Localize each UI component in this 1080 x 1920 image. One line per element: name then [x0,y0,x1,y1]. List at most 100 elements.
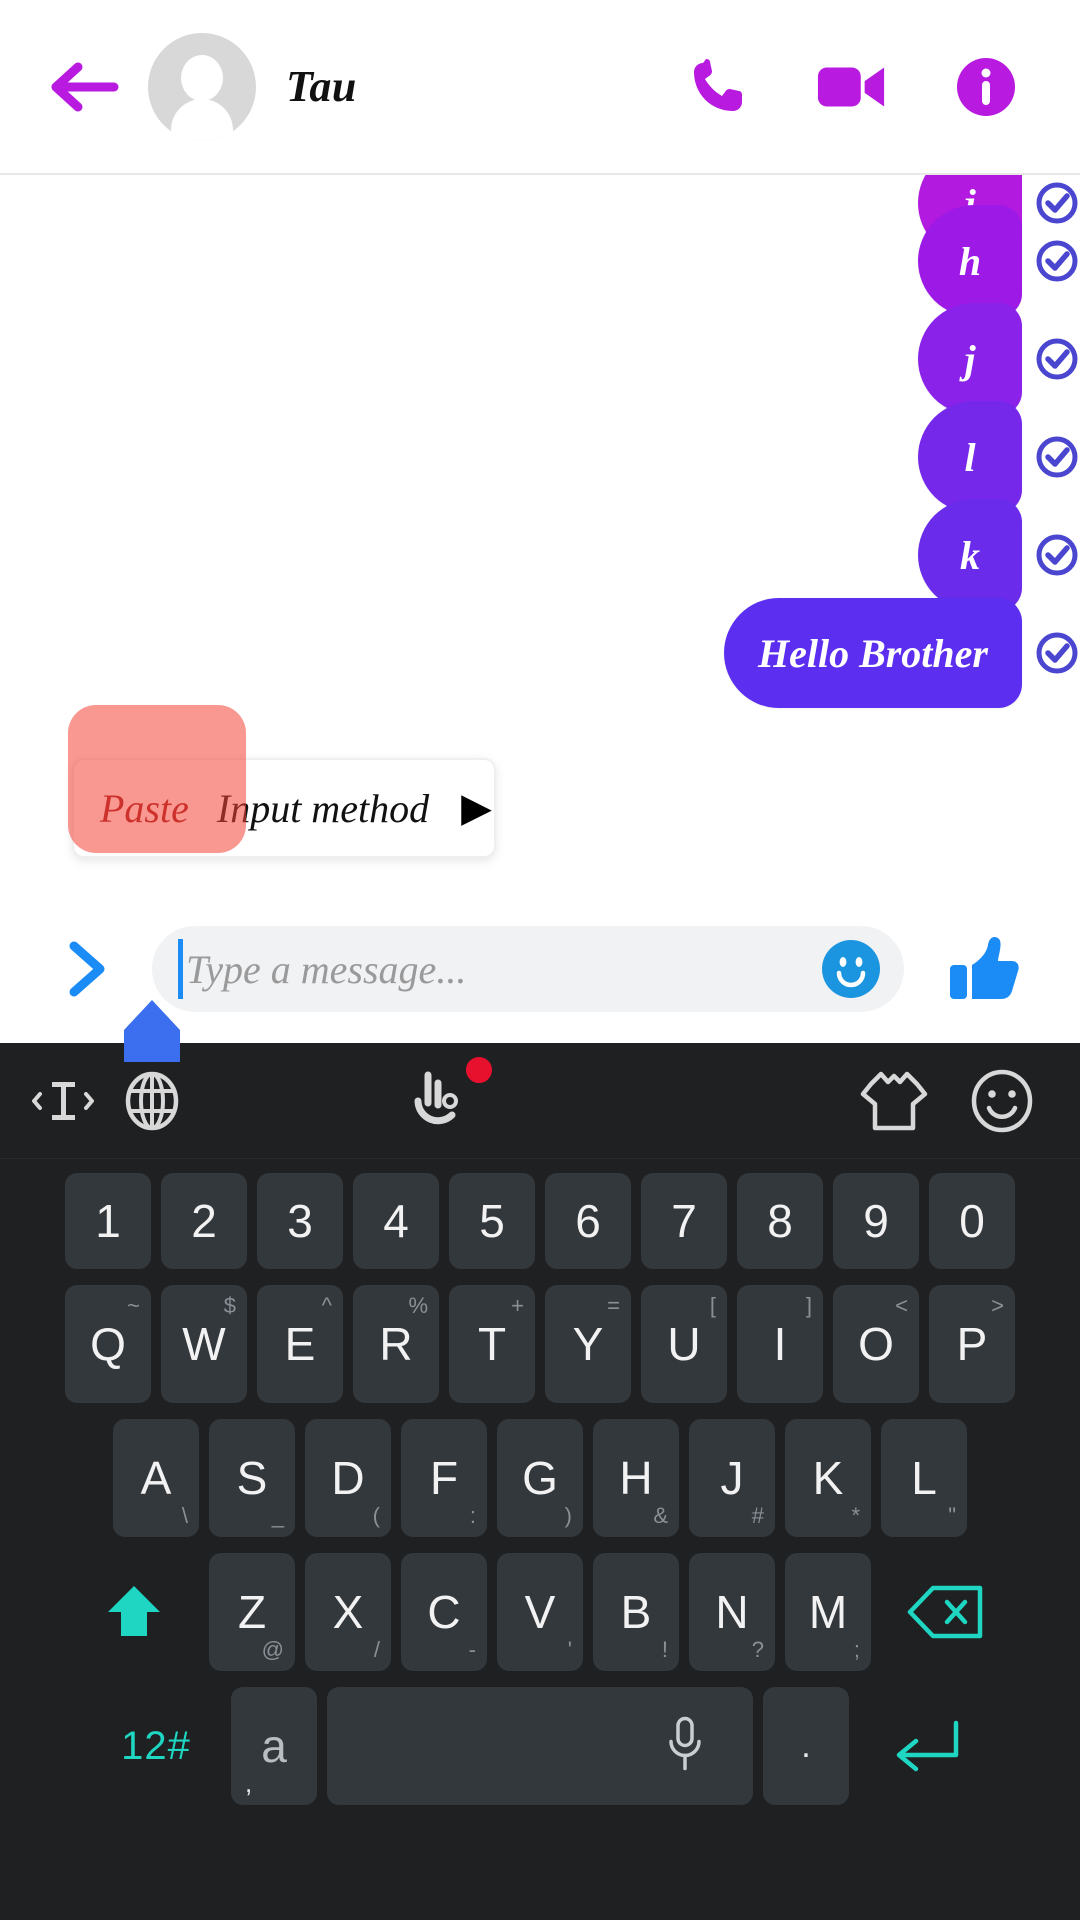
key-i[interactable]: ] I [737,1285,823,1403]
thumbs-up-icon[interactable] [946,931,1022,1007]
key-h[interactable]: H & [593,1419,679,1537]
key-6[interactable]: 6 [545,1173,631,1269]
info-icon[interactable] [950,51,1022,123]
message-bubble[interactable]: l [918,401,1022,513]
message-bubble[interactable]: k [918,499,1022,611]
key-0[interactable]: 0 [929,1173,1015,1269]
key-label: C [427,1586,461,1638]
backspace-key[interactable] [881,1553,1011,1671]
space-key[interactable] [327,1687,753,1805]
key-label: Q [90,1318,126,1370]
video-camera-icon[interactable] [816,51,888,123]
shift-arrow-icon [108,1586,160,1636]
phone-icon[interactable] [682,51,754,123]
key-a[interactable]: A \ [113,1419,199,1537]
enter-arrow-icon [896,1720,959,1772]
context-menu-item-input-method[interactable]: Input method [209,760,445,856]
key-x[interactable]: X / [305,1553,391,1671]
key-w[interactable]: $ W [161,1285,247,1403]
key-3[interactable]: 3 [257,1173,343,1269]
key-label: 9 [863,1195,889,1247]
back-arrow-icon[interactable] [48,57,120,117]
key-4[interactable]: 4 [353,1173,439,1269]
key-o[interactable]: < O [833,1285,919,1403]
key-z[interactable]: Z @ [209,1553,295,1671]
alt-letter-key[interactable]: a , [231,1687,317,1805]
key-sub-label: < [895,1293,908,1318]
key-sub-label: ; [853,1637,860,1662]
key-8[interactable]: 8 [737,1173,823,1269]
message-bubble[interactable]: h [918,205,1022,317]
key-v[interactable]: V ' [497,1553,583,1671]
keyboard-row-a: A \ S _ D( F: G) H & J # K * L " [8,1419,1072,1537]
key-j[interactable]: J # [689,1419,775,1537]
key-9[interactable]: 9 [833,1173,919,1269]
keyboard-row-q: ~ Q $ W ^ E % R + T = Y [U ] I < O > P [8,1285,1072,1403]
key-label: 2 [191,1195,217,1247]
message-row: j [918,303,1080,415]
text-cursor-handle-icon[interactable] [124,1000,180,1062]
check-circle-icon [1036,338,1078,380]
period-key[interactable]: . [763,1687,849,1805]
microphone-icon[interactable] [663,1715,707,1778]
avatar-body-icon [171,98,233,141]
avatar[interactable] [148,32,256,141]
key-label: R [379,1318,413,1370]
key-sub-label: > [991,1293,1004,1318]
globe-icon[interactable] [116,1065,188,1137]
key-label: L [911,1452,937,1504]
keyboard-row-z: Z @ X / C- V ' B! N? M; [8,1553,1072,1671]
key-r[interactable]: % R [353,1285,439,1403]
key-g[interactable]: G) [497,1419,583,1537]
key-u[interactable]: [U [641,1285,727,1403]
key-label: Z [237,1586,267,1638]
key-sub-label: , [245,1768,253,1798]
cursor-control-icon[interactable] [28,1066,98,1136]
shift-key[interactable] [69,1553,199,1671]
key-label: 5 [479,1195,505,1247]
hand-gesture-icon[interactable] [404,1054,494,1137]
key-p[interactable]: > P [929,1285,1015,1403]
message-placeholder: Type a message... [186,946,467,992]
key-2[interactable]: 2 [161,1173,247,1269]
key-sub-label: # [751,1503,764,1528]
emoji-face-icon[interactable] [966,1065,1038,1137]
key-sub-label: % [408,1293,428,1318]
search-input[interactable]: Type a message... [152,926,904,1012]
key-sub-label: / [373,1637,380,1662]
key-n[interactable]: N? [689,1553,775,1671]
key-1[interactable]: 1 [65,1173,151,1269]
key-t[interactable]: + T [449,1285,535,1403]
symbols-key[interactable]: 12# [91,1687,221,1805]
key-sub-label: [ [709,1293,716,1318]
tshirt-icon[interactable] [858,1065,930,1137]
key-m[interactable]: M; [785,1553,871,1671]
key-b[interactable]: B! [593,1553,679,1671]
enter-key[interactable] [859,1687,989,1805]
message-list[interactable]: j h j l k Hello Brother [0,175,1080,843]
key-sub-label: ) [564,1503,572,1528]
smiley-face-icon[interactable] [822,940,880,998]
key-s[interactable]: S _ [209,1419,295,1537]
chevron-right-icon[interactable] [58,936,116,1002]
key-7[interactable]: 7 [641,1173,727,1269]
context-menu-item-paste[interactable]: Paste [74,760,209,856]
key-d[interactable]: D( [305,1419,391,1537]
message-bubble[interactable]: Hello Brother [723,598,1022,708]
key-e[interactable]: ^ E [257,1285,343,1403]
key-label: P [956,1318,988,1370]
key-f[interactable]: F: [401,1419,487,1537]
message-bubble[interactable]: j [918,303,1022,415]
message-row: k [918,499,1080,611]
message-row: l [918,401,1080,513]
key-y[interactable]: = Y [545,1285,631,1403]
key-q[interactable]: ~ Q [65,1285,151,1403]
key-k[interactable]: K * [785,1419,871,1537]
key-c[interactable]: C- [401,1553,487,1671]
key-l[interactable]: L " [881,1419,967,1537]
key-label: . [801,1726,811,1765]
key-sub-label: + [511,1293,524,1318]
context-menu[interactable]: Paste Input method ▶ [72,758,496,858]
soft-keyboard[interactable]: 1 2 3 4 5 6 7 8 9 0 ~ Q $ W ^ E % R + T = Y [U… [0,1043,1080,1920]
key-5[interactable]: 5 [449,1173,535,1269]
